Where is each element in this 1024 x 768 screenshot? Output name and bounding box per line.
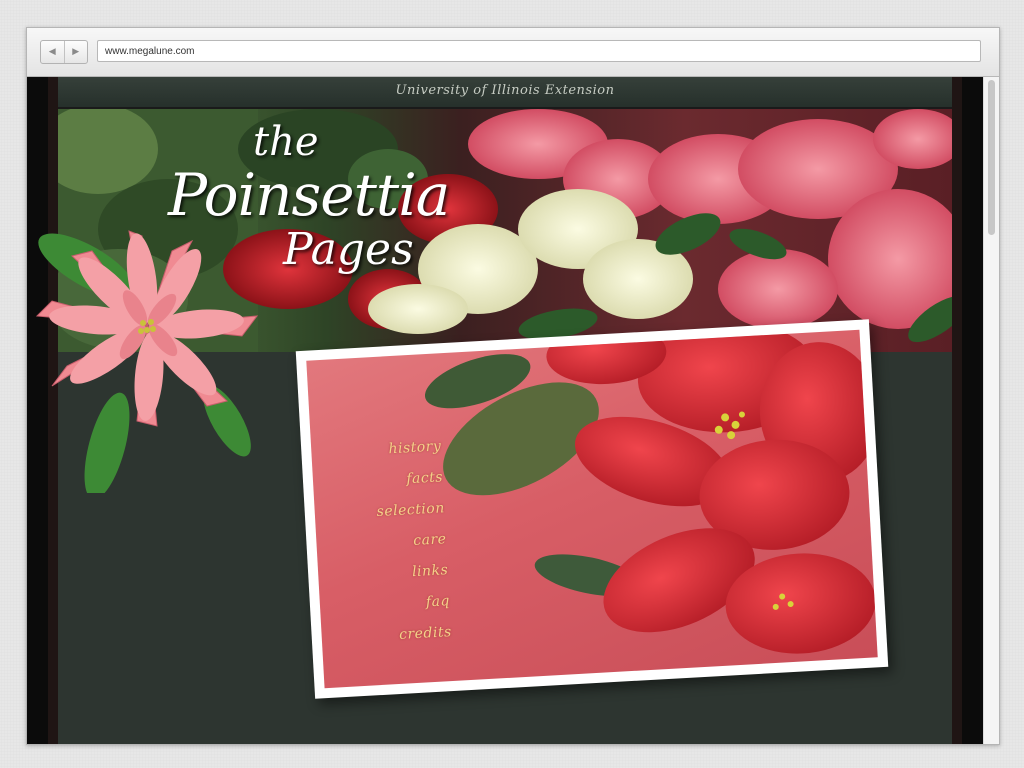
logo-line-pages: Pages bbox=[283, 224, 414, 275]
address-bar[interactable]: www.megalune.com bbox=[97, 40, 981, 62]
vertical-scrollbar[interactable] bbox=[983, 77, 999, 744]
featured-photo-card: history facts selection care links faq c… bbox=[295, 319, 889, 699]
back-arrow-icon: ◀ bbox=[48, 47, 56, 57]
forward-arrow-icon: ▶ bbox=[72, 47, 80, 57]
url-text: www.megalune.com bbox=[105, 46, 195, 57]
main-menu: history facts selection care links faq c… bbox=[341, 431, 453, 653]
logo-line-the: the bbox=[253, 119, 319, 165]
featured-photo: history facts selection care links faq c… bbox=[306, 329, 878, 689]
menu-link-credits[interactable]: credits bbox=[351, 617, 453, 654]
nav-buttons: ◀ ▶ bbox=[40, 40, 88, 64]
pink-poinsettia-decoration bbox=[35, 230, 259, 493]
page-viewport: University of Illinois Extension the Poi… bbox=[27, 77, 999, 744]
scrollbar-thumb[interactable] bbox=[988, 80, 995, 235]
right-rail bbox=[952, 77, 962, 744]
site-header-bar: University of Illinois Extension bbox=[58, 77, 952, 109]
forward-button[interactable]: ▶ bbox=[63, 41, 88, 63]
browser-toolbar: ◀ ▶ www.megalune.com bbox=[27, 28, 999, 77]
browser-window: ◀ ▶ www.megalune.com University of Illin… bbox=[26, 27, 1000, 745]
back-button[interactable]: ◀ bbox=[41, 41, 64, 63]
header-title[interactable]: University of Illinois Extension bbox=[396, 83, 615, 98]
site-container: University of Illinois Extension the Poi… bbox=[35, 77, 952, 744]
